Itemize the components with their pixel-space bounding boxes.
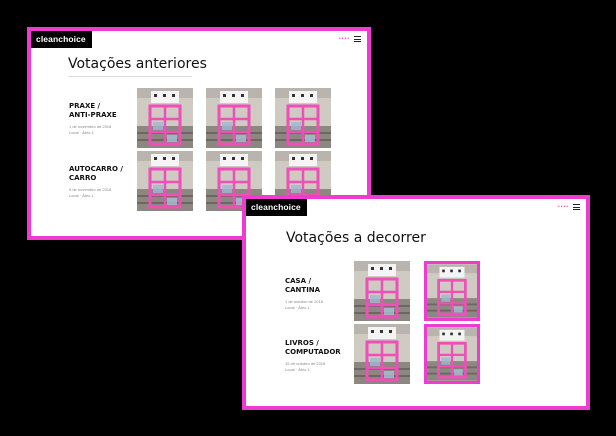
vote-photo[interactable] xyxy=(206,88,262,148)
vote-label: AUTOCARRO / CARRO xyxy=(69,165,123,182)
vote-place: Local · Átrio 1 xyxy=(69,130,94,135)
vote-photo[interactable] xyxy=(354,261,410,321)
logo[interactable]: cleanchoice xyxy=(31,31,92,48)
vote-place: Local · Átrio 1 xyxy=(69,193,94,198)
vote-label: CASA / CANTINA xyxy=(285,277,321,294)
vote-photo-selected[interactable] xyxy=(424,261,480,321)
menu-area[interactable]: •••• xyxy=(339,35,361,43)
page-title: Votações anteriores xyxy=(68,56,207,72)
vote-photo[interactable] xyxy=(354,324,410,384)
hamburger-menu-icon[interactable] xyxy=(354,36,361,42)
vote-place: Local · Átrio 1 xyxy=(285,305,310,310)
dots-icon: •••• xyxy=(557,204,569,210)
vote-photo[interactable] xyxy=(275,88,331,148)
vote-photo[interactable] xyxy=(137,151,193,211)
title-divider xyxy=(68,76,192,77)
hamburger-menu-icon[interactable] xyxy=(573,204,580,210)
vote-photo-selected[interactable] xyxy=(424,324,480,384)
vote-photo[interactable] xyxy=(137,88,193,148)
page-title: Votações a decorrer xyxy=(286,230,426,246)
logo[interactable]: cleanchoice xyxy=(246,199,307,216)
vote-place: Local · Átrio 1 xyxy=(285,367,310,372)
dots-icon: •••• xyxy=(338,36,350,42)
current-votes-window: cleanchoice •••• Votações a decorrer CAS… xyxy=(242,195,590,410)
vote-label: LIVROS / COMPUTADOR xyxy=(285,339,341,356)
menu-area[interactable]: •••• xyxy=(558,203,580,211)
vote-label: PRAXE / ANTI-PRAXE xyxy=(69,102,117,119)
